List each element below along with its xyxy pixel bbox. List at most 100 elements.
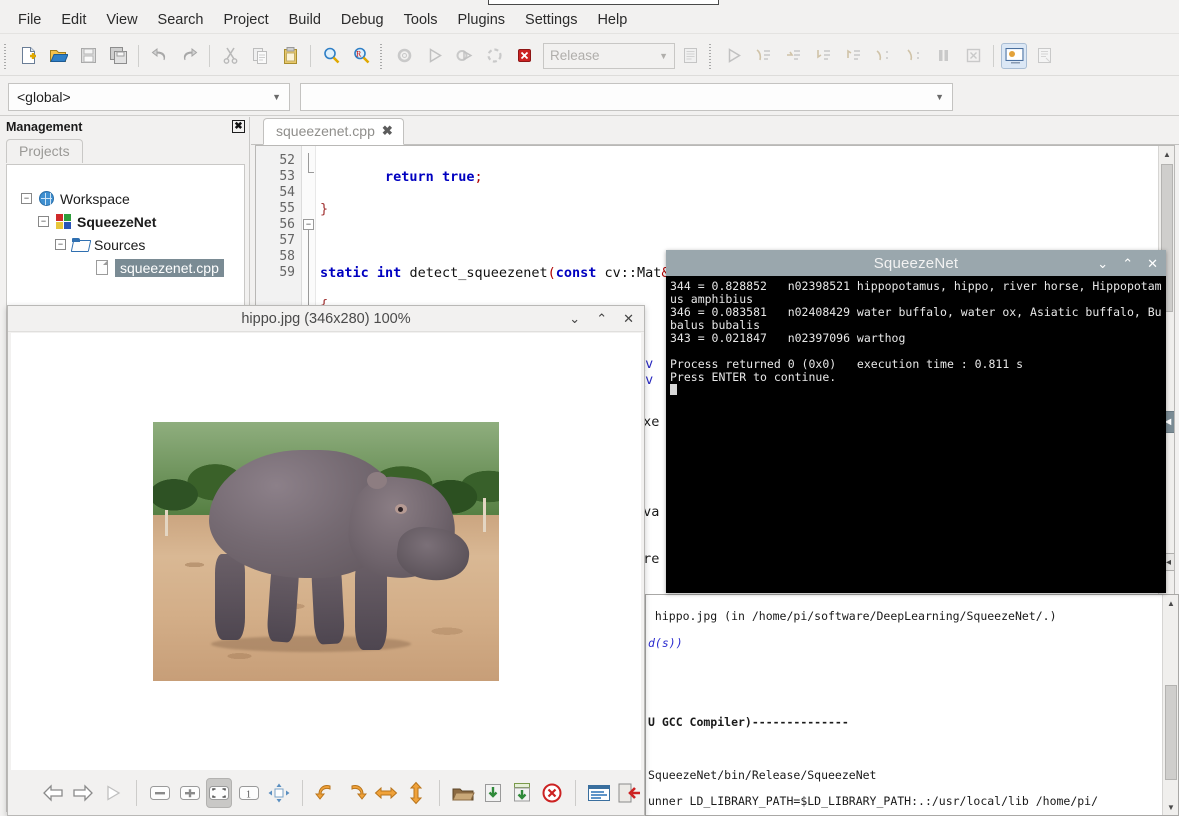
tree-node-squeezenet-cpp[interactable]: squeezenet.cpp <box>7 256 244 279</box>
toolbar-grip-main[interactable] <box>2 43 9 69</box>
minimize-button[interactable]: ⌄ <box>569 311 580 327</box>
open-file-icon[interactable] <box>45 43 71 69</box>
console-titlebar[interactable]: SqueezeNet ⌄ ⌃ ✕ <box>666 250 1166 276</box>
properties-icon[interactable] <box>586 778 612 808</box>
various-info-icon[interactable] <box>1031 43 1057 69</box>
debug-step-into-icon[interactable] <box>810 43 836 69</box>
fit-to-window-icon[interactable] <box>206 778 232 808</box>
debug-step-out-icon[interactable] <box>840 43 866 69</box>
actual-size-icon[interactable]: 1 <box>236 778 262 808</box>
save-icon[interactable] <box>480 778 506 808</box>
fold-toggle-icon[interactable]: − <box>303 219 314 230</box>
toolbar-separator <box>138 45 139 67</box>
close-button[interactable]: ✕ <box>623 311 634 327</box>
close-icon[interactable]: ✖ <box>382 123 393 139</box>
tree-node-squeezenet[interactable]: − SqueezeNet <box>7 210 244 233</box>
flip-horizontal-icon[interactable] <box>373 778 399 808</box>
menu-search[interactable]: Search <box>148 9 214 31</box>
zoom-out-icon[interactable] <box>147 778 173 808</box>
menu-edit[interactable]: Edit <box>51 9 96 31</box>
debug-run-to-cursor-icon[interactable] <box>750 43 776 69</box>
rotate-left-icon[interactable] <box>313 778 339 808</box>
debug-step-into-instruction-icon[interactable] <box>900 43 926 69</box>
symbol-combo[interactable]: ▼ <box>300 83 953 111</box>
new-file-icon[interactable] <box>15 43 41 69</box>
build-icon[interactable] <box>391 43 417 69</box>
menu-tools[interactable]: Tools <box>394 9 448 31</box>
debug-break-icon[interactable] <box>930 43 956 69</box>
debug-next-line-icon[interactable] <box>780 43 806 69</box>
flip-vertical-icon[interactable] <box>403 778 429 808</box>
run-icon[interactable] <box>421 43 447 69</box>
build-target-combo[interactable]: Release ▼ <box>543 43 675 69</box>
tree-node-sources[interactable]: − Sources <box>7 233 244 256</box>
slideshow-play-icon[interactable] <box>100 778 126 808</box>
console-caret <box>670 384 677 395</box>
debug-continue-icon[interactable] <box>720 43 746 69</box>
expander-icon[interactable]: − <box>55 239 66 250</box>
build-log-scrollbar[interactable]: ▲ ▼ <box>1162 595 1178 815</box>
save-as-icon[interactable] <box>509 778 535 808</box>
build-target-icon[interactable] <box>677 43 703 69</box>
maximize-button[interactable]: ⌃ <box>596 311 607 327</box>
menu-plugins[interactable]: Plugins <box>447 9 515 31</box>
redo-icon[interactable] <box>176 43 202 69</box>
viewer-window-buttons: ⌄ ⌃ ✕ <box>569 306 634 332</box>
copy-icon[interactable] <box>247 43 273 69</box>
rotate-right-icon[interactable] <box>343 778 369 808</box>
console-window[interactable]: SqueezeNet ⌄ ⌃ ✕ 344 = 0.828852 n0239852… <box>666 250 1166 593</box>
toolbar-grip-build[interactable] <box>378 43 385 69</box>
save-icon[interactable] <box>75 43 101 69</box>
expander-icon[interactable]: − <box>38 216 49 227</box>
scroll-up-icon[interactable]: ▲ <box>1159 146 1175 162</box>
menu-project[interactable]: Project <box>214 9 279 31</box>
viewer-canvas[interactable] <box>11 333 641 770</box>
debug-stop-icon[interactable] <box>960 43 986 69</box>
scroll-down-icon[interactable]: ▼ <box>1163 799 1179 815</box>
cut-icon[interactable] <box>217 43 243 69</box>
console-output[interactable]: 344 = 0.828852 n02398521 hippopotamus, h… <box>666 276 1166 593</box>
exit-icon[interactable] <box>616 778 642 808</box>
viewer-toolbar-separator <box>136 780 137 806</box>
menu-help[interactable]: Help <box>587 9 637 31</box>
next-image-icon[interactable] <box>70 778 96 808</box>
close-button[interactable]: ✕ <box>1147 257 1158 270</box>
menu-build[interactable]: Build <box>279 9 331 31</box>
menu-settings[interactable]: Settings <box>515 9 587 31</box>
paste-icon[interactable] <box>277 43 303 69</box>
open-file-icon[interactable] <box>450 778 476 808</box>
debug-next-instruction-icon[interactable] <box>870 43 896 69</box>
build-and-run-icon[interactable] <box>451 43 477 69</box>
zoom-in-icon[interactable] <box>177 778 203 808</box>
menu-file[interactable]: File <box>8 9 51 31</box>
expander-icon[interactable]: − <box>21 193 32 204</box>
save-all-icon[interactable] <box>105 43 131 69</box>
scroll-up-icon[interactable]: ▲ <box>1163 595 1179 611</box>
build-log-panel[interactable]: hippo.jpg (in /home/pi/software/DeepLear… <box>645 594 1179 816</box>
previous-image-icon[interactable] <box>40 778 66 808</box>
toolbar-grip-debug[interactable] <box>707 43 714 69</box>
viewer-titlebar[interactable]: hippo.jpg (346x280) 100% ⌄ ⌃ ✕ <box>8 306 644 332</box>
abort-icon[interactable] <box>511 43 537 69</box>
delete-icon[interactable] <box>539 778 565 808</box>
replace-icon[interactable]: R <box>348 43 374 69</box>
scrollbar-thumb[interactable] <box>1165 685 1177 780</box>
undo-icon[interactable] <box>146 43 172 69</box>
menu-debug[interactable]: Debug <box>331 9 394 31</box>
find-icon[interactable] <box>318 43 344 69</box>
toolbar-separator <box>993 45 994 67</box>
log-line: hippo.jpg (in /home/pi/software/DeepLear… <box>648 610 1161 623</box>
pan-icon[interactable] <box>266 778 292 808</box>
close-icon[interactable]: ✖ <box>232 120 245 133</box>
tab-squeezenet-cpp[interactable]: squeezenet.cpp ✖ <box>263 118 404 145</box>
menu-view[interactable]: View <box>96 9 147 31</box>
rebuild-icon[interactable] <box>481 43 507 69</box>
image-viewer-window[interactable]: hippo.jpg (346x280) 100% ⌄ ⌃ ✕ <box>7 305 645 816</box>
maximize-button[interactable]: ⌃ <box>1122 257 1133 270</box>
log-line <box>648 742 1161 755</box>
minimize-button[interactable]: ⌄ <box>1097 257 1108 270</box>
scope-combo[interactable]: <global> ▼ <box>8 83 290 111</box>
tree-node-workspace[interactable]: − Workspace <box>7 187 244 210</box>
debugging-windows-icon[interactable] <box>1001 43 1027 69</box>
tab-projects[interactable]: Projects <box>6 139 83 163</box>
